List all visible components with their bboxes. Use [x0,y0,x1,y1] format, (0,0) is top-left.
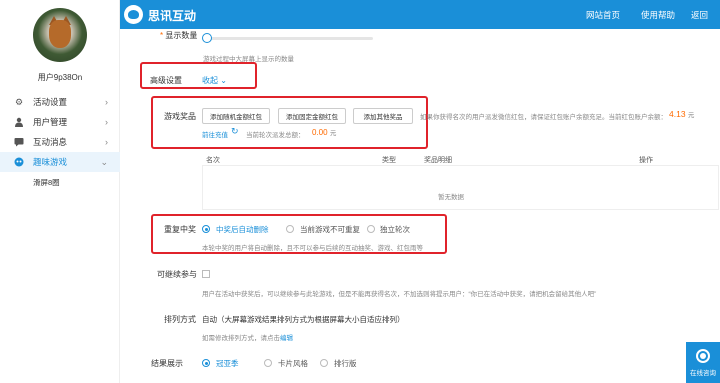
chevron-right-icon: › [105,137,108,147]
sidebar-subitem-game[interactable]: 滑屏8圈 [0,172,120,192]
sidebar-item-label: 活动设置 [33,97,68,107]
slider-handle[interactable] [202,33,212,43]
sidebar-item-label: 用户管理 [33,117,68,127]
sidebar: 用户9p38On ⚙ 活动设置 › 用户管理 › 互动消息 › 趣味游戏 ⌄ 滑… [0,0,120,383]
column-header: 操作 [639,157,653,164]
repeat-hint: 本轮中奖的用户将自动删除，且不可以参与后续的互动抽奖、游戏、红包雨等 [202,245,423,252]
avatar[interactable] [33,8,87,62]
nav-home-link[interactable]: 网站首页 [586,9,620,21]
chevron-down-icon: ⌄ [100,156,108,167]
sidebar-item-fun-games[interactable]: 趣味游戏 ⌄ [0,152,120,172]
nav-back-link[interactable]: 返回 [691,9,708,21]
option-auto-delete[interactable]: 中奖后自动删除 [216,224,269,235]
balance-note: 如果你获得名次的用户派发微信红包，请保证红包账户余额充足。当前红包账户余额： [420,114,667,121]
sidebar-item-label: 趣味游戏 [33,157,68,167]
column-header: 类型 [382,157,396,164]
table-body: 暂无数据 [202,166,719,210]
table-header: 名次 类型 奖品明细 操作 [202,152,719,166]
continue-hint: 用户在活动中获奖后，可以继续参与此轮游戏，但是不能再获得名次，不加选则将提示用户… [202,291,597,298]
sidebar-item-user-management[interactable]: 用户管理 › [0,112,120,132]
top-bar: 思讯互动 网站首页 使用帮助 返回 [120,0,720,29]
add-other-prize-button[interactable]: 添加其他奖品 [353,108,413,124]
sidebar-item-messages[interactable]: 互动消息 › [0,132,120,152]
chevron-down-icon: ⌄ [220,76,227,85]
message-icon [14,137,24,147]
option-no-repeat[interactable]: 当前游戏不可重复 [300,224,360,235]
logo-icon [124,5,143,24]
online-consult-button[interactable]: 在线咨询 [686,342,720,383]
sort-hint: 如需修改排列方式，请点击编辑 [202,335,293,342]
radio-independent[interactable] [367,225,375,233]
empty-state: 暂无数据 [438,194,464,201]
display-count-label: * 显示数量 [160,31,198,40]
option-independent[interactable]: 独立轮次 [380,224,410,235]
repeat-label: 重复中奖 [164,225,196,234]
option-podium[interactable]: 冠亚季 [216,358,239,369]
gear-icon: ⚙ [14,96,24,107]
balance-value: 4.13 元 [669,109,695,119]
sidebar-nav: ⚙ 活动设置 › 用户管理 › 互动消息 › 趣味游戏 ⌄ 滑屏8圈 [0,92,120,192]
continue-checkbox[interactable] [202,270,210,278]
sidebar-item-activity-settings[interactable]: ⚙ 活动设置 › [0,92,120,112]
radio-no-repeat[interactable] [286,225,294,233]
prizes-table: 名次 类型 奖品明细 操作 暂无数据 [202,152,719,210]
radio-auto-delete[interactable] [202,225,210,233]
radio-leaderboard[interactable] [320,359,328,367]
brand-name: 思讯互动 [148,9,197,23]
advanced-toggle-label: 收起 [202,76,218,85]
refresh-icon[interactable]: ↻ [231,126,239,137]
column-header: 奖品明细 [424,157,452,164]
sidebar-item-label: 互动消息 [33,137,68,147]
headset-icon [696,348,710,363]
chevron-right-icon: › [105,117,108,127]
continue-label: 可继续参与 [157,270,197,279]
advanced-toggle[interactable]: 收起 ⌄ [202,75,227,86]
recharge-link[interactable]: 前往充值 [202,129,228,139]
online-consult-label: 在线咨询 [690,369,716,377]
radio-card[interactable] [264,359,272,367]
sort-label: 排列方式 [164,315,196,324]
result-label: 结果展示 [151,359,183,368]
prizes-label: 游戏奖品 [164,112,196,121]
game-icon [14,157,24,167]
sort-value: 自动（大屏幕游戏结果排列方式为根据屏幕大小自适应排列） [202,315,405,324]
display-count-slider[interactable] [205,37,373,40]
column-header: 名次 [206,157,220,164]
radio-podium[interactable] [202,359,210,367]
username: 用户9p38On [37,73,83,82]
add-fixed-redpacket-button[interactable]: 添加固定金额红包 [278,108,346,124]
chevron-right-icon: › [105,97,108,107]
main-content: * 显示数量 游戏过程中大屏幕上显示的数量 高级设置 收起 ⌄ 游戏奖品 添加随… [120,29,720,383]
add-random-redpacket-button[interactable]: 添加随机金额红包 [202,108,270,124]
option-leaderboard[interactable]: 排行版 [334,358,357,369]
user-icon [14,117,24,127]
edit-sort-link[interactable]: 编辑 [280,335,293,342]
round-total-label: 当前轮次派发总额： [246,132,305,139]
nav-help-link[interactable]: 使用帮助 [641,9,675,21]
advanced-label: 高级设置 [150,76,182,85]
option-card[interactable]: 卡片风格 [278,358,308,369]
round-total-value: 0.00 元 [312,128,337,137]
